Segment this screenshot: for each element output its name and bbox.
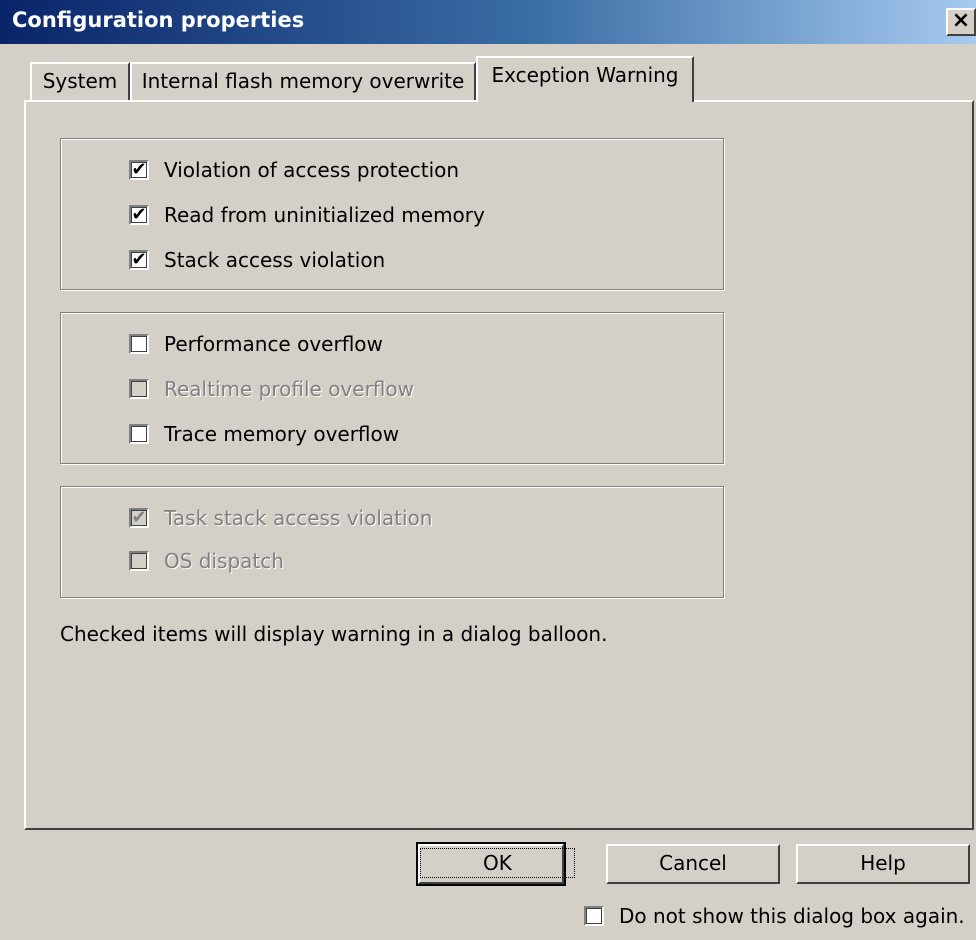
cancel-button[interactable]: Cancel (606, 844, 780, 884)
title-bar: Configuration properties × (0, 0, 976, 44)
tab-exception-warning-label: Exception Warning (491, 63, 679, 87)
checkbox-box: ✔ (129, 160, 149, 180)
ok-button-label: OK (420, 848, 575, 878)
tab-internal-flash-label: Internal flash memory overwrite (141, 69, 465, 93)
check-icon: ✔ (131, 249, 147, 270)
check-icon: ✔ (131, 204, 147, 225)
checkbox-label: Do not show this dialog box again. (619, 904, 965, 928)
checkbox-label: OS dispatch (164, 549, 284, 573)
checkbox-label: Read from uninitialized memory (164, 203, 485, 227)
checkbox-label: Performance overflow (164, 332, 383, 356)
tab-system-label: System (42, 69, 118, 93)
checkbox-label: Realtime profile overflow (164, 377, 414, 401)
checkbox-label: Trace memory overflow (164, 422, 400, 446)
tab-panel-exception-warning: ✔ Violation of access protection ✔ Read … (24, 100, 974, 830)
check-icon: ✔ (131, 159, 147, 180)
ok-button[interactable]: OK (416, 842, 575, 886)
tab-system[interactable]: System (30, 62, 130, 102)
checkbox-box (129, 551, 149, 571)
checkbox-box: ✔ (129, 508, 149, 528)
checkbox-label: Violation of access protection (164, 158, 460, 182)
close-button[interactable]: × (946, 8, 976, 36)
checkbox-box (584, 906, 604, 926)
note-text: Checked items will display warning in a … (60, 622, 608, 646)
help-button[interactable]: Help (796, 844, 970, 884)
os-group: ✔ Task stack access violation OS dispatc… (60, 486, 724, 598)
check-icon: ✔ (131, 507, 147, 528)
checkbox-box (129, 334, 149, 354)
checkbox-box: ✔ (129, 205, 149, 225)
checkbox-label: Stack access violation (164, 248, 386, 272)
tab-exception-warning[interactable]: Exception Warning (476, 56, 694, 102)
tab-internal-flash-memory-overwrite[interactable]: Internal flash memory overwrite (130, 62, 476, 102)
checkbox-box (129, 379, 149, 399)
access-violation-group: ✔ Violation of access protection ✔ Read … (60, 138, 724, 290)
checkbox-box: ✔ (129, 250, 149, 270)
checkbox-label: Task stack access violation (164, 506, 433, 530)
overflow-group: Performance overflow Realtime profile ov… (60, 312, 724, 464)
window-title: Configuration properties (12, 8, 305, 32)
help-button-label: Help (860, 851, 906, 875)
cancel-button-label: Cancel (659, 851, 727, 875)
close-icon: × (951, 8, 971, 33)
checkbox-box (129, 424, 149, 444)
